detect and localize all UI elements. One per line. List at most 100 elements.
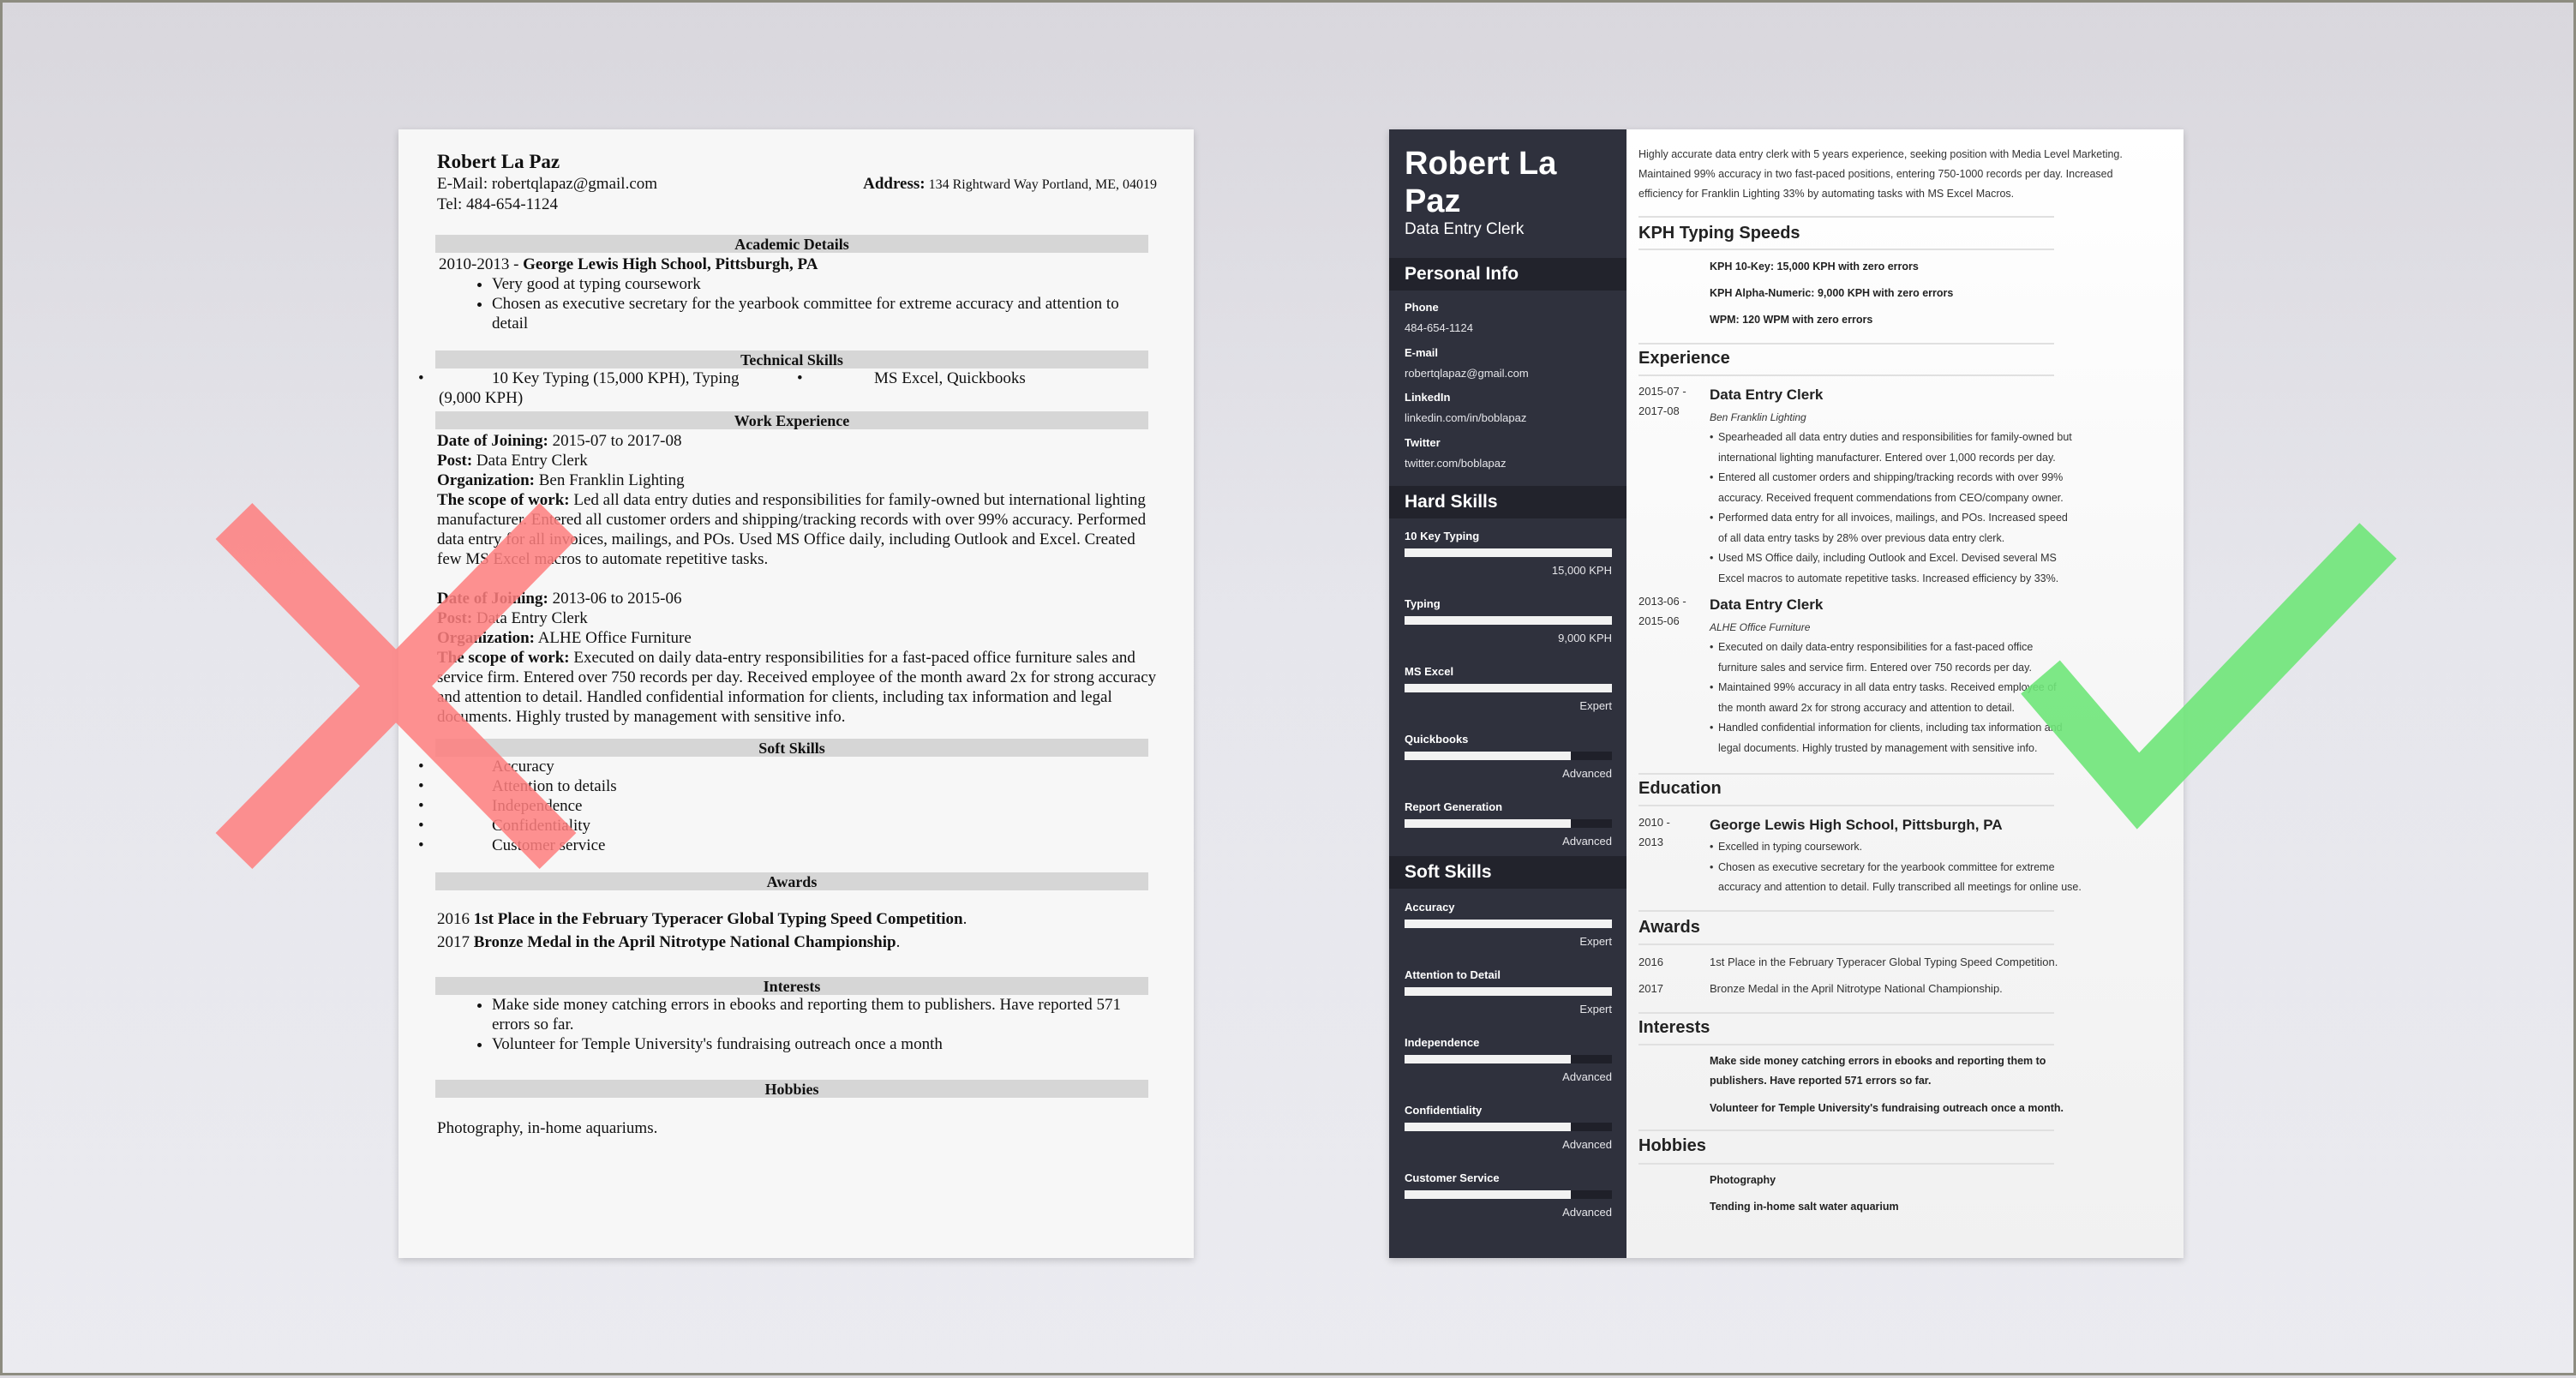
soft-skill-bar xyxy=(1405,987,1612,996)
bad-resume-example: Robert La Paz E-Mail: robertqlapaz@gmail… xyxy=(398,129,1194,1258)
field-label: Date of Joining: xyxy=(437,590,548,608)
award-item: 2016 1st Place in the February Typeracer… xyxy=(437,909,1157,929)
phone-label: Phone xyxy=(1405,301,1439,314)
list-item: Spearheaded all data entry duties and re… xyxy=(1710,428,2074,468)
good-resume-example: Robert La Paz Data Entry Clerk Personal … xyxy=(1389,129,2184,1258)
soft-skill-name: Confidentiality xyxy=(1405,1104,1483,1117)
bullet: • xyxy=(418,758,424,776)
divider xyxy=(1638,374,2054,376)
interest-item: Volunteer for Temple University's fundra… xyxy=(1710,1102,2064,1114)
awards-heading: Awards xyxy=(1638,918,1700,937)
award-year: 2016 xyxy=(1638,956,1663,968)
hobbies-text: Photography, in-home aquariums. xyxy=(437,1119,658,1137)
hard-skill-bar xyxy=(1405,616,1612,625)
twitter-value: twitter.com/boblapaz xyxy=(1405,457,1507,470)
comparison-marks xyxy=(215,502,2397,870)
field-label: Organization: xyxy=(437,629,535,647)
job-entry: Date of Joining: 2013-06 to 2015-06 Post… xyxy=(437,589,1157,727)
awards-list: 2016 1st Place in the February Typeracer… xyxy=(437,909,1157,952)
job-org: Ben Franklin Lighting xyxy=(1710,411,1806,423)
tel-label: Tel: xyxy=(437,195,463,213)
soft-skill-bar xyxy=(1405,1190,1612,1199)
list-item: Performed data entry for all invoices, m… xyxy=(1710,508,2074,548)
job-org: ALHE Office Furniture xyxy=(537,629,692,647)
email-label: E-mail xyxy=(1405,346,1439,359)
field-label: Post: xyxy=(437,452,473,470)
list-item: • Accuracy xyxy=(418,757,1157,776)
tech-skill-1-cont: (9,000 KPH) xyxy=(439,389,524,407)
field-label: Organization: xyxy=(437,471,535,489)
section-academic-details: Academic Details xyxy=(435,235,1148,253)
punctuation: . xyxy=(896,933,901,951)
tel-value: 484-654-1124 xyxy=(466,195,558,213)
award-year: 2017 xyxy=(1638,982,1663,995)
job-role: Data Entry Clerk xyxy=(1710,596,1824,613)
job-org: ALHE Office Furniture xyxy=(1710,621,1811,633)
job-post: Data Entry Clerk xyxy=(476,609,588,627)
field-label: Post: xyxy=(437,609,473,627)
soft-skill-bar-fill xyxy=(1405,1055,1571,1063)
personal-info-heading: Personal Info xyxy=(1389,258,1626,291)
award-text: Bronze Medal in the April Nitrotype Nati… xyxy=(1710,982,2003,995)
date-end: 2015-06 xyxy=(1638,614,1680,627)
hobby-item: Tending in-home salt water aquarium xyxy=(1710,1201,1899,1213)
divider xyxy=(1638,216,2054,218)
hard-skill-bar xyxy=(1405,819,1612,828)
hard-skill-level: Advanced xyxy=(1562,767,1612,780)
sidebar-job-title: Data Entry Clerk xyxy=(1405,220,1525,238)
interests-heading: Interests xyxy=(1638,1018,1710,1037)
bad-resume-name: Robert La Paz xyxy=(437,151,560,172)
list-item: Entered all customer orders and shipping… xyxy=(1710,468,2074,508)
bullet: • xyxy=(418,836,424,854)
list-item: • Attention to details xyxy=(418,776,1157,796)
job-entry: Date of Joining: 2015-07 to 2017-08 Post… xyxy=(437,431,1157,569)
soft-skill-bar xyxy=(1405,1123,1612,1131)
soft-skill-name: Independence xyxy=(1405,1036,1480,1049)
divider xyxy=(1638,1163,2054,1165)
education-years: 2010-2013 - xyxy=(439,255,524,273)
section-soft-skills: Soft Skills xyxy=(435,739,1148,757)
bad-resume-contact: E-Mail: robertqlapaz@gmail.com Address: … xyxy=(437,174,1157,195)
soft-skill-name: Accuracy xyxy=(1405,901,1455,914)
resume-main: Highly accurate data entry clerk with 5 … xyxy=(1626,129,2184,1258)
hard-skill-bar-fill xyxy=(1405,819,1571,828)
soft-skill-name: Attention to Detail xyxy=(1405,968,1501,981)
interests-list: Make side money catching errors in ebook… xyxy=(437,995,1157,1054)
divider xyxy=(1638,805,2054,806)
award-text: 1st Place in the February Typeracer Glob… xyxy=(1710,956,2058,968)
soft-skill: Customer service xyxy=(492,836,606,854)
list-item: Maintained 99% accuracy in all data entr… xyxy=(1710,678,2074,718)
education-school: George Lewis High School, Pittsburgh, PA xyxy=(523,255,818,273)
list-item: Excelled in typing coursework. xyxy=(1710,837,2095,858)
soft-skill-level: Advanced xyxy=(1562,1206,1612,1219)
list-item: Very good at typing coursework xyxy=(492,274,1157,294)
hard-skill-name: Quickbooks xyxy=(1405,733,1469,746)
kph-item: KPH 10-Key: 15,000 KPH with zero errors xyxy=(1710,261,1919,273)
soft-skill: Attention to details xyxy=(492,777,617,795)
list-item: Handled confidential information for cli… xyxy=(1710,718,2074,758)
soft-skill: Accuracy xyxy=(492,758,554,776)
soft-skill-level: Advanced xyxy=(1562,1070,1612,1083)
bullet: • xyxy=(418,369,424,387)
resume-sidebar: Robert La Paz Data Entry Clerk Personal … xyxy=(1389,129,1626,1258)
section-interests: Interests xyxy=(435,977,1148,995)
field-label: The scope of work: xyxy=(437,649,570,667)
kph-heading: KPH Typing Speeds xyxy=(1638,224,1800,243)
hard-skill-bar xyxy=(1405,752,1612,760)
soft-skills-heading: Soft Skills xyxy=(1389,856,1626,889)
tech-skill-1: 10 Key Typing (15,000 KPH), Typing xyxy=(492,369,740,387)
award-text: Bronze Medal in the April Nitrotype Nati… xyxy=(473,933,896,951)
award-year: 2016 xyxy=(437,910,474,928)
email-value: robertqlapaz@gmail.com xyxy=(491,175,658,193)
soft-skill: Confidentiality xyxy=(492,817,591,835)
address-value: 134 Rightward Way Portland, ME, 04019 xyxy=(928,177,1157,192)
job-dates: 2013-06 - 2015-06 xyxy=(1638,591,1707,631)
divider xyxy=(1638,249,2054,250)
award-item: 2017 Bronze Medal in the April Nitrotype… xyxy=(437,932,1157,952)
soft-skill-level: Expert xyxy=(1579,935,1612,948)
hard-skill-name: 10 Key Typing xyxy=(1405,530,1480,542)
bullet: • xyxy=(418,797,424,815)
date-end: 2013 xyxy=(1638,836,1663,848)
hard-skill-name: Report Generation xyxy=(1405,800,1503,813)
soft-skill-level: Expert xyxy=(1579,1003,1612,1016)
